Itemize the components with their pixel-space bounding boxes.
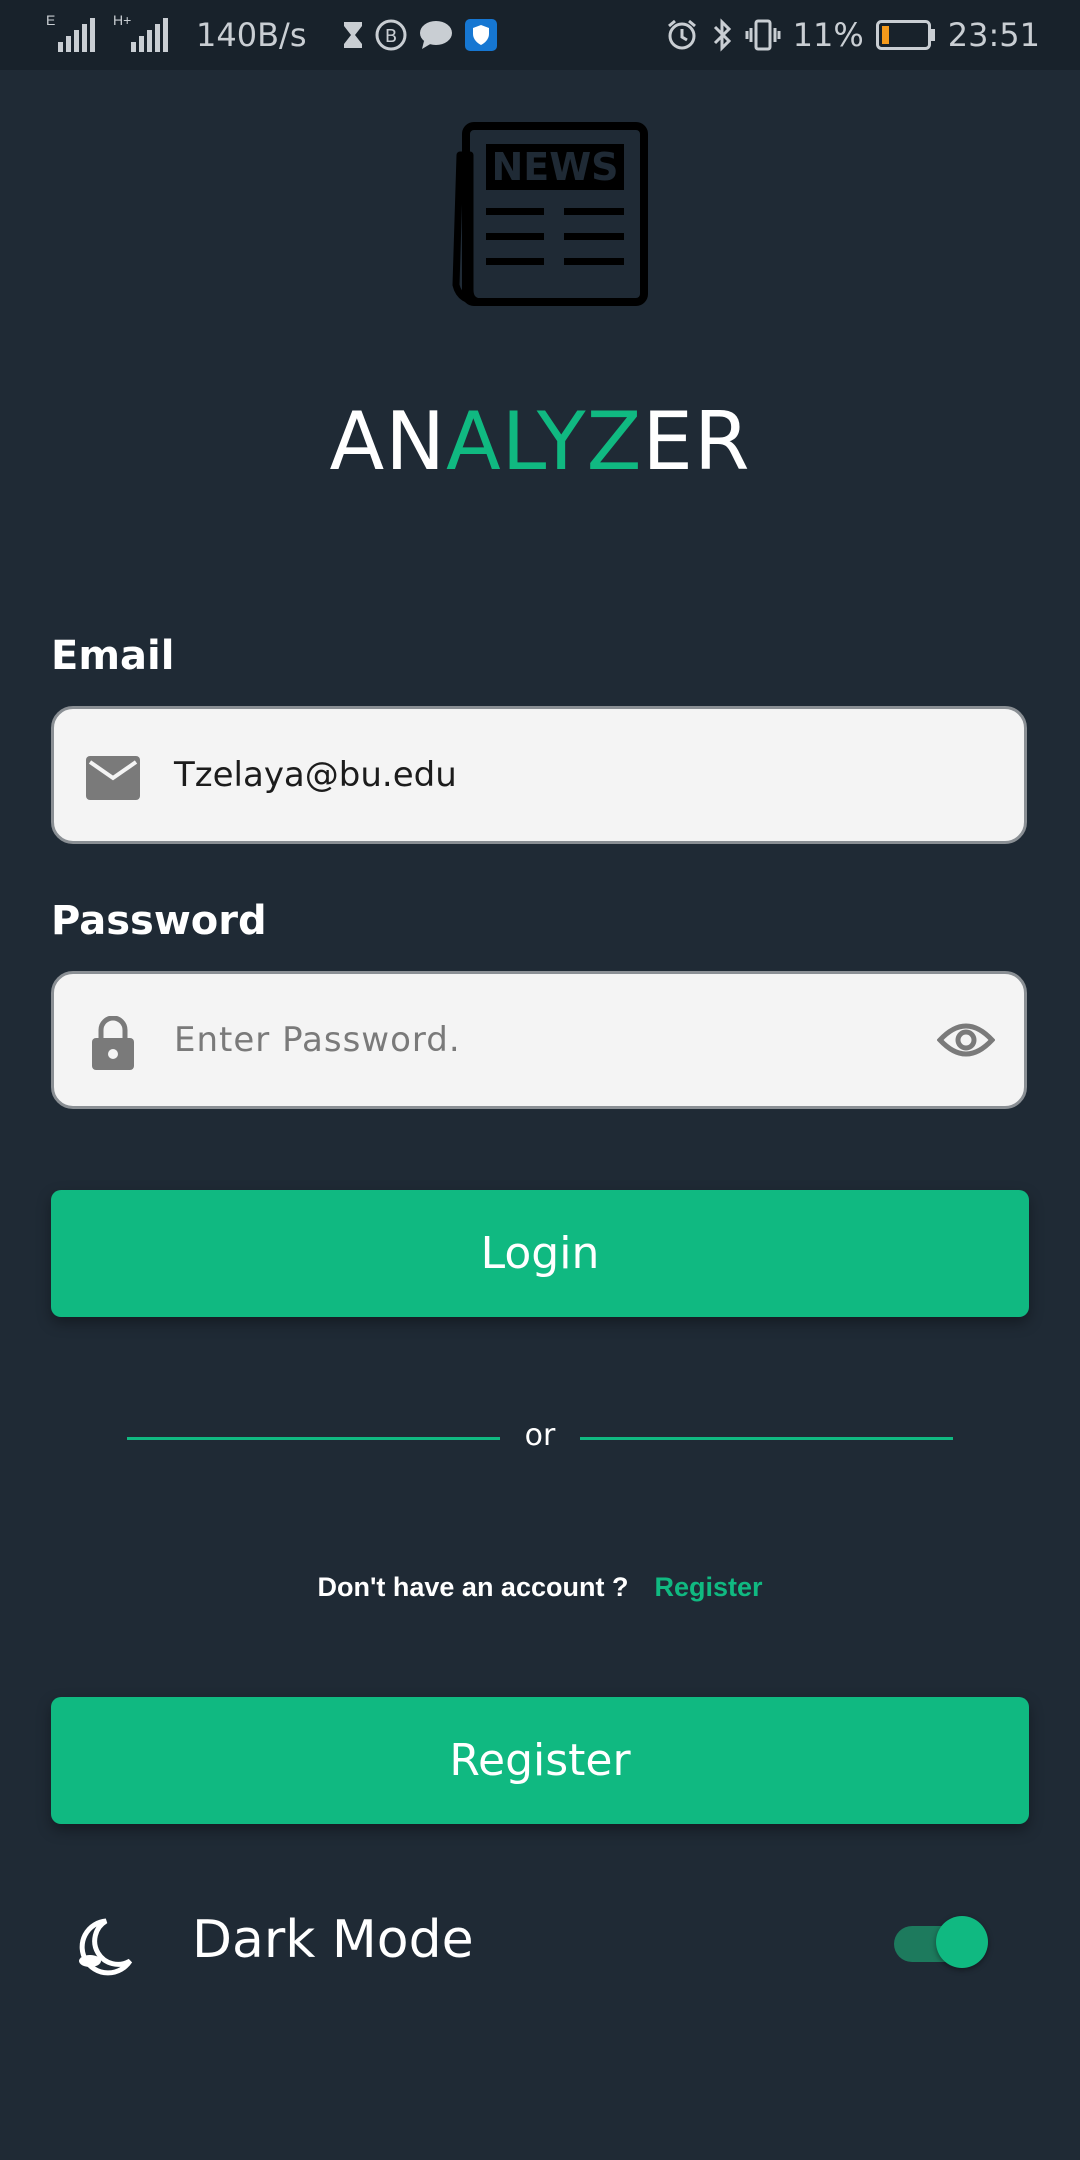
divider-right [580, 1437, 953, 1440]
password-placeholder[interactable]: Enter Password. [174, 974, 461, 1106]
network-speed: 140B/s [196, 16, 307, 54]
dark-mode-label: Dark Mode [192, 1910, 474, 1970]
bluetooth-icon [711, 17, 733, 53]
toggle-knob [936, 1916, 988, 1968]
vibrate-icon [745, 18, 781, 52]
mail-icon [86, 751, 140, 805]
hourglass-icon [342, 20, 364, 50]
signup-prompt-text: Don't have an account ? [317, 1572, 629, 1602]
app-title: ANALYZER [329, 395, 751, 488]
signal-icon: E [46, 12, 95, 52]
moon-icon [74, 1917, 134, 1977]
email-field[interactable]: Tzelaya@bu.edu [51, 706, 1027, 844]
shield-icon [464, 18, 498, 52]
login-button[interactable]: Login [51, 1190, 1029, 1317]
register-button[interactable]: Register [51, 1697, 1029, 1824]
show-password-eye-icon[interactable] [936, 1012, 996, 1068]
dark-mode-row: Dark Mode [0, 1900, 1080, 1990]
email-label: Email [51, 633, 175, 679]
email-value[interactable]: Tzelaya@bu.edu [174, 709, 457, 841]
lock-icon [86, 1016, 140, 1070]
signal-icon-2: H+ [113, 12, 168, 52]
battery-percent: 11% [792, 16, 864, 54]
or-separator: or [524, 1418, 556, 1453]
svg-text:NEWS: NEWS [491, 145, 618, 189]
register-link[interactable]: Register [654, 1572, 762, 1602]
password-field[interactable]: Enter Password. [51, 971, 1027, 1109]
status-bar: E H+ 140B/s B 11% 23:51 [0, 0, 1080, 70]
alarm-icon [665, 18, 699, 52]
b-badge-icon: B [374, 18, 408, 52]
battery-icon [875, 20, 936, 50]
password-label: Password [51, 898, 267, 944]
signup-prompt: Don't have an account ? Register [0, 1572, 1080, 1603]
dark-mode-toggle[interactable] [894, 1916, 988, 1968]
newspaper-logo-icon: NEWS [430, 120, 650, 310]
svg-text:B: B [385, 26, 397, 47]
chat-icon [418, 19, 454, 51]
clock: 23:51 [947, 16, 1040, 54]
